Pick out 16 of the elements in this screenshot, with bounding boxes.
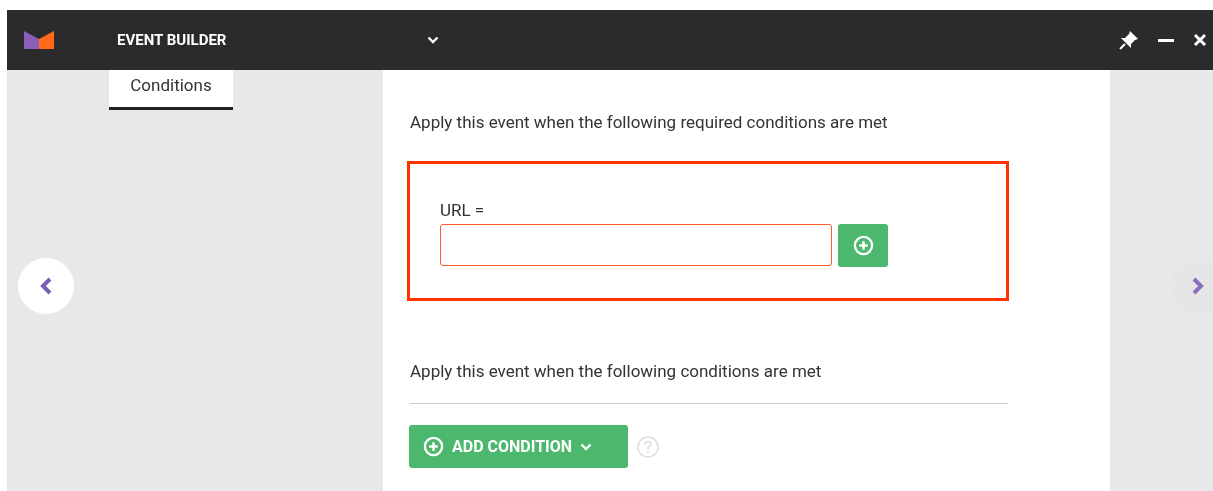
caret-icon[interactable] (427, 36, 439, 44)
chevron-left-icon (39, 276, 53, 296)
close-icon[interactable] (1193, 33, 1207, 47)
caret-icon (580, 442, 593, 451)
window-title: EVENT BUILDER (117, 31, 228, 49)
logo-icon (24, 31, 54, 49)
plus-circle-icon (852, 235, 874, 256)
section-heading: Apply this event when the following conditions are met (410, 361, 823, 381)
url-input-field[interactable] (440, 224, 832, 266)
plus-circle-icon (423, 436, 444, 457)
pin-icon[interactable] (1119, 30, 1139, 50)
field-label: URL = (440, 200, 485, 220)
chevron-right-icon (1191, 276, 1205, 296)
section-heading: Apply this event when the following required conditions are met (410, 112, 889, 132)
previous-button[interactable] (18, 258, 74, 314)
conditions-tab[interactable]: Conditions (109, 70, 233, 110)
